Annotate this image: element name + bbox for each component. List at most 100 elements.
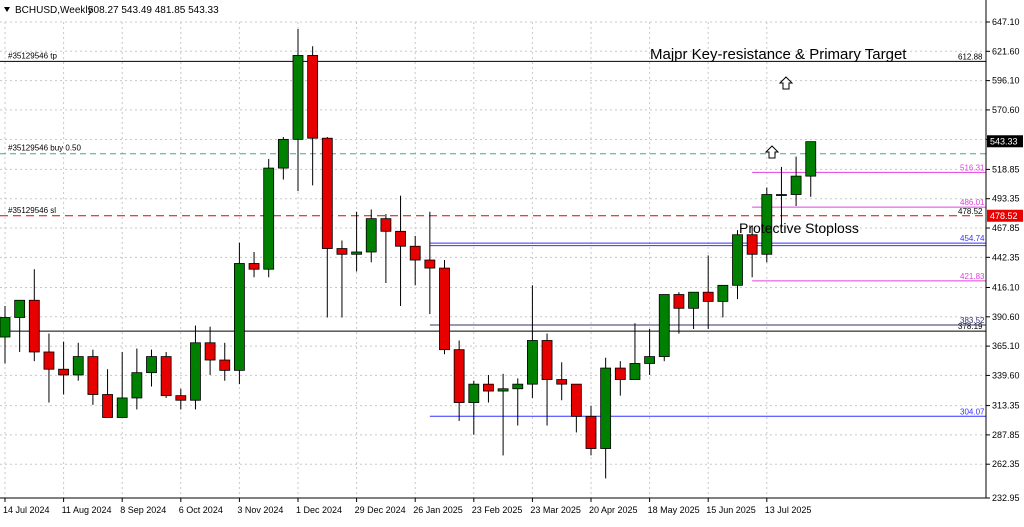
candle-body[interactable]	[424, 259, 436, 269]
y-tick-label: 467.85	[992, 223, 1020, 233]
x-tick-label: 23 Mar 2025	[530, 505, 581, 515]
candle-body[interactable]	[702, 291, 714, 302]
candle-body[interactable]	[409, 245, 421, 261]
x-tick-label: 1 Dec 2024	[296, 505, 342, 515]
candle-body[interactable]	[746, 234, 758, 255]
candle-body[interactable]	[233, 263, 245, 371]
y-tick-label: 647.10	[992, 17, 1020, 27]
candle-body[interactable]	[541, 340, 553, 380]
target-annotation: Majpr Key-resistance & Primary Target	[650, 46, 907, 63]
candle-body[interactable]	[395, 230, 406, 247]
y-tick-label: 493.35	[992, 194, 1020, 204]
candle-body[interactable]	[468, 383, 480, 403]
level-value: 516.31	[960, 163, 985, 172]
price-line-value: 612.88	[958, 52, 983, 61]
candle-body[interactable]	[732, 234, 743, 286]
candle-body[interactable]	[790, 175, 802, 195]
candle-body[interactable]	[570, 383, 582, 417]
current-price-label: 543.33	[990, 136, 1018, 146]
level-value: 383.52	[960, 316, 985, 325]
candle-body[interactable]	[160, 356, 172, 397]
candle-body[interactable]	[263, 167, 275, 270]
x-tick-label: 11 Aug 2024	[62, 505, 112, 515]
y-tick-label: 596.10	[992, 76, 1020, 86]
candle-body[interactable]	[527, 340, 538, 385]
candle-body[interactable]	[673, 294, 685, 309]
x-tick-label: 23 Feb 2025	[472, 505, 523, 515]
y-tick-label: 232.95	[992, 493, 1020, 503]
candle-body[interactable]	[292, 55, 304, 140]
candle-body[interactable]	[43, 351, 55, 370]
level-value: 454.74	[960, 234, 985, 243]
candle-body[interactable]	[219, 359, 231, 371]
candle-body[interactable]	[351, 251, 363, 255]
candle-body[interactable]	[600, 367, 612, 449]
candle-body[interactable]	[131, 372, 143, 399]
y-tick-label: 442.35	[992, 252, 1020, 262]
candle-body[interactable]	[0, 317, 11, 338]
candle-body[interactable]	[277, 138, 289, 169]
y-tick-label: 339.60	[992, 370, 1020, 380]
candle-body[interactable]	[629, 363, 641, 380]
candle-body[interactable]	[336, 248, 348, 255]
candle-body[interactable]	[365, 218, 377, 253]
x-tick-label: 3 Nov 2024	[237, 505, 283, 515]
y-tick-label: 570.60	[992, 105, 1020, 115]
candle-body[interactable]	[614, 367, 626, 380]
x-tick-label: 13 Jul 2025	[765, 505, 812, 515]
level-value: 486.01	[960, 198, 985, 207]
candle-body[interactable]	[28, 299, 40, 353]
order-line-label: #35129546 buy 0.50	[8, 144, 82, 153]
candle-body[interactable]	[805, 141, 817, 177]
candle-body[interactable]	[116, 397, 128, 418]
candle-body[interactable]	[58, 368, 69, 376]
y-tick-label: 390.60	[992, 312, 1020, 322]
candle-body[interactable]	[644, 356, 655, 364]
x-tick-label: 20 Apr 2025	[589, 505, 638, 515]
candle-body[interactable]	[248, 263, 260, 270]
y-tick-label: 262.35	[992, 459, 1020, 469]
candle-body[interactable]	[658, 294, 670, 357]
y-tick-label: 313.35	[992, 401, 1020, 411]
candle-body[interactable]	[321, 137, 333, 249]
candle-body[interactable]	[175, 395, 187, 401]
price-line-value: 478.52	[958, 207, 983, 216]
y-tick-label: 518.85	[992, 164, 1020, 174]
symbol-label: BCHUSD,Weekly	[15, 5, 93, 16]
candle-body[interactable]	[497, 388, 509, 392]
candle-body[interactable]	[556, 379, 568, 385]
candle-body[interactable]	[204, 342, 216, 361]
x-tick-label: 14 Jul 2024	[3, 505, 50, 515]
candle-body[interactable]	[87, 356, 99, 395]
x-tick-label: 8 Sep 2024	[120, 505, 166, 515]
x-tick-label: 29 Dec 2024	[355, 505, 406, 515]
candle-body[interactable]	[512, 383, 524, 390]
candle-body[interactable]	[688, 291, 699, 309]
candle-body[interactable]	[776, 194, 787, 196]
candle-body[interactable]	[585, 415, 597, 449]
level-value: 304.07	[960, 407, 985, 416]
candle-body[interactable]	[380, 218, 392, 232]
price-chart[interactable]: #35129546 tp 612.88 #35129546 buy 0.50 #351…	[0, 0, 1024, 522]
candle-body[interactable]	[102, 394, 113, 418]
candle-body[interactable]	[453, 349, 465, 403]
order-line-label: #35129546 sl	[8, 206, 56, 215]
y-tick-label: 416.10	[992, 282, 1020, 292]
candle-body[interactable]	[72, 356, 84, 376]
stoploss-annotation: Protective Stoploss	[739, 220, 859, 236]
candle-body[interactable]	[717, 284, 729, 302]
x-tick-label: 6 Oct 2024	[179, 505, 223, 515]
candle-body[interactable]	[190, 342, 201, 401]
candle-body[interactable]	[146, 356, 157, 374]
candle-body[interactable]	[14, 299, 26, 318]
x-tick-label: 26 Jan 2025	[413, 505, 463, 515]
candle-body[interactable]	[307, 55, 319, 139]
candle-body[interactable]	[483, 383, 494, 392]
chart-background	[0, 0, 1024, 522]
chart-root: #35129546 tp 612.88 #35129546 buy 0.50 #351…	[0, 0, 1024, 522]
candle-body[interactable]	[439, 267, 450, 351]
ohlc-values: 508.27 543.49 481.85 543.33	[88, 5, 219, 16]
level-value: 421.83	[960, 272, 985, 281]
y-tick-label: 621.60	[992, 46, 1020, 56]
x-tick-label: 15 Jun 2025	[706, 505, 756, 515]
